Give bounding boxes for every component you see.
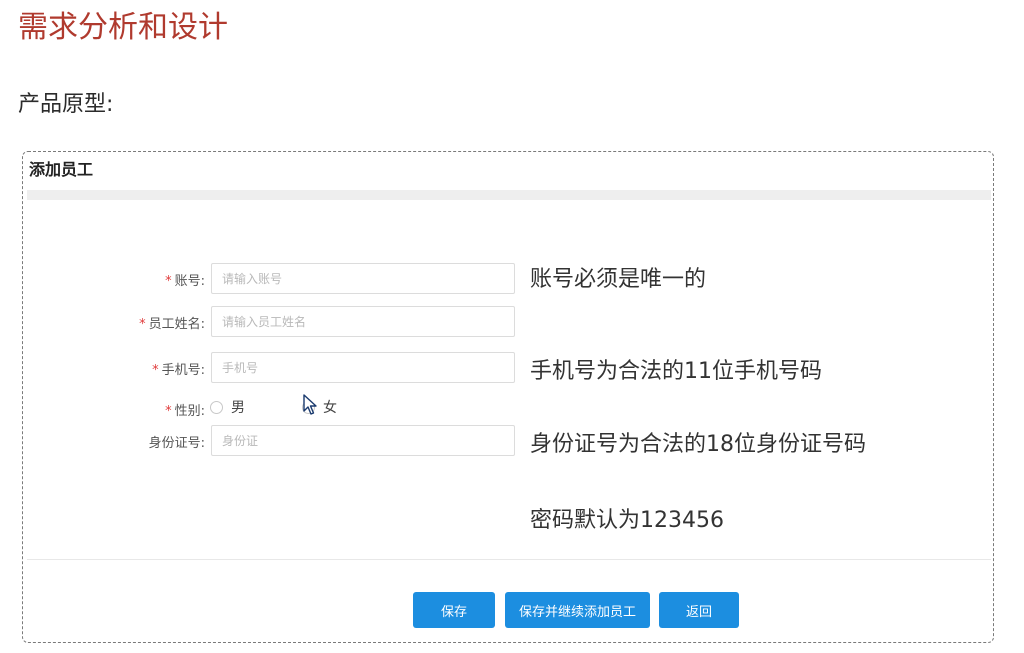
panel-title: 添加员工 xyxy=(29,160,94,179)
name-row: * 员工姓名: xyxy=(23,306,205,338)
phone-input[interactable] xyxy=(211,352,515,383)
phone-label: * 手机号: xyxy=(152,363,205,378)
account-label: * 账号: xyxy=(165,274,205,289)
required-mark: * xyxy=(152,363,159,378)
save-button[interactable]: 保存 xyxy=(413,592,495,628)
account-input[interactable] xyxy=(211,263,515,294)
radio-circle-icon[interactable] xyxy=(210,400,223,414)
gender-label: * 性别: xyxy=(165,404,205,419)
phone-row: * 手机号: xyxy=(23,352,205,384)
required-mark: * xyxy=(139,317,146,332)
note-default-password: 密码默认为123456 xyxy=(530,508,724,533)
gender-option-label: 女 xyxy=(323,400,337,416)
page-title: 需求分析和设计 xyxy=(18,10,228,45)
header-divider xyxy=(27,190,991,200)
gender-option-male[interactable]: 男 xyxy=(210,397,245,417)
id-number-label: 身份证号: xyxy=(148,436,205,451)
name-label: * 员工姓名: xyxy=(139,317,205,332)
note-phone-valid: 手机号为合法的11位手机号码 xyxy=(530,359,822,384)
account-row: * 账号: xyxy=(23,263,205,295)
note-id-valid: 身份证号为合法的18位身份证号码 xyxy=(530,432,866,457)
save-and-continue-button[interactable]: 保存并继续添加员工 xyxy=(505,592,650,628)
id-number-input[interactable] xyxy=(211,425,515,456)
required-mark: * xyxy=(165,274,172,289)
note-account-unique: 账号必须是唯一的 xyxy=(530,267,707,292)
add-employee-panel: 添加员工 *账号: *员工姓名: *手机号: *性别: 身份证号: 保存 保存并… xyxy=(22,151,994,643)
name-input[interactable] xyxy=(211,306,515,337)
section-heading: 产品原型: xyxy=(18,92,114,117)
back-button[interactable]: 返回 xyxy=(659,592,739,628)
mouse-cursor-icon xyxy=(303,394,317,415)
gender-option-label: 男 xyxy=(231,400,245,416)
gender-row: * 性别: xyxy=(23,393,205,425)
footer-divider xyxy=(27,559,991,560)
id-number-row: 身份证号: xyxy=(23,425,205,457)
required-mark: * xyxy=(165,404,172,419)
